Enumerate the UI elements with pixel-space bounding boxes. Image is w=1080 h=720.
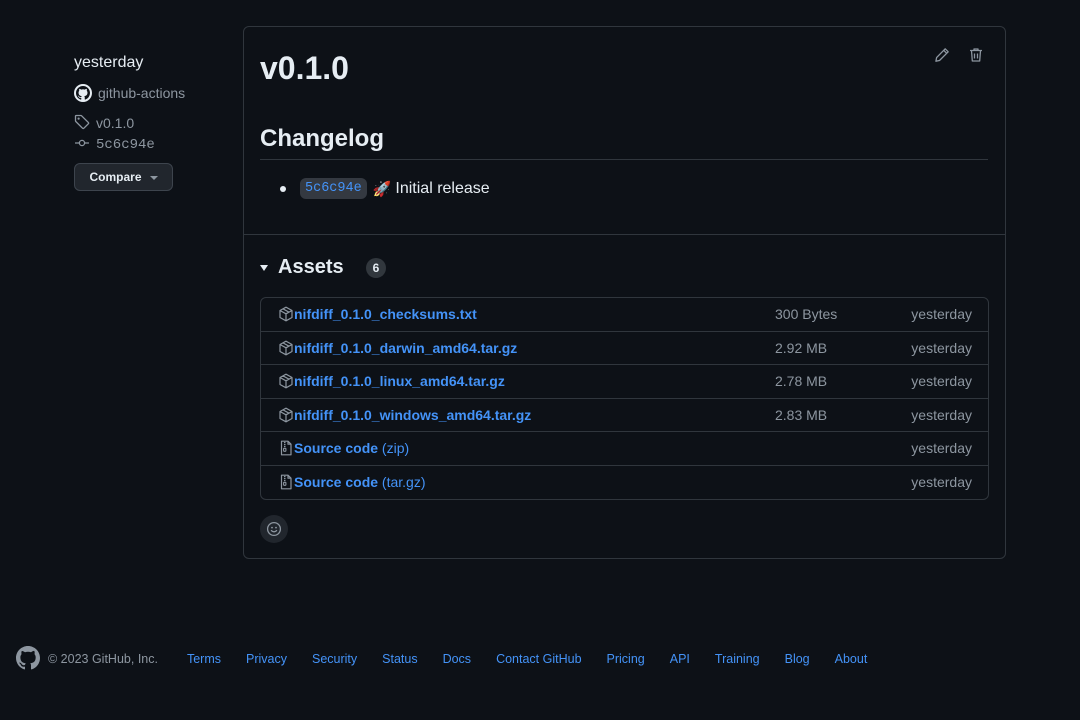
asset-row: nifdiff_0.1.0_checksums.txt 300 Bytes yest… xyxy=(261,298,988,332)
changelog-heading: Changelog xyxy=(260,123,988,160)
asset-row: nifdiff_0.1.0_linux_amd64.tar.gz 2.78 MB y… xyxy=(261,365,988,399)
asset-format: (tar.gz) xyxy=(378,474,426,491)
release-date: yesterday xyxy=(74,54,144,71)
asset-row: Source code (tar.gz) yesterday xyxy=(261,466,988,500)
github-logo-icon[interactable] xyxy=(16,645,40,673)
author-name: github-actions xyxy=(98,85,186,101)
footer-link-api[interactable]: API xyxy=(670,652,690,666)
asset-size: 300 Bytes xyxy=(775,306,838,323)
release-actions xyxy=(933,46,985,64)
trash-icon[interactable] xyxy=(967,46,985,64)
file-zip-icon xyxy=(278,440,294,456)
compare-label: Compare xyxy=(89,170,142,184)
compare-button[interactable]: Compare xyxy=(74,163,173,191)
package-icon xyxy=(278,306,294,322)
asset-date: yesterday xyxy=(911,373,972,390)
git-commit-icon xyxy=(74,135,90,156)
asset-date: yesterday xyxy=(911,406,972,423)
footer-link-contact-github[interactable]: Contact GitHub xyxy=(496,652,581,666)
footer-link-blog[interactable]: Blog xyxy=(785,652,810,666)
changelog-text: Initial release xyxy=(395,179,490,197)
tag-icon xyxy=(74,114,90,133)
footer-copyright: © 2023 GitHub, Inc. xyxy=(48,652,158,666)
asset-name: Source code xyxy=(294,474,379,491)
asset-name: nifdiff_0.1.0_linux_amd64.tar.gz xyxy=(294,373,505,390)
footer-link-pricing[interactable]: Pricing xyxy=(607,652,645,666)
rocket-icon: 🚀 xyxy=(372,180,392,198)
pencil-icon[interactable] xyxy=(933,46,951,64)
changelog-commit-link[interactable]: 5c6c94e xyxy=(300,178,367,199)
asset-download-link[interactable]: nifdiff_0.1.0_checksums.txt xyxy=(294,306,477,322)
footer-link-privacy[interactable]: Privacy xyxy=(246,652,287,666)
footer-links: Terms Privacy Security Status Docs Contact Gi… xyxy=(187,652,892,666)
release-body: v0.1.0 Changelog 5c6c94e 🚀 Initial relea… xyxy=(244,27,1005,235)
bullet-icon xyxy=(280,185,286,192)
github-actions-avatar xyxy=(74,84,92,102)
package-icon xyxy=(278,340,294,356)
release-tag[interactable]: v0.1.0 xyxy=(74,113,234,133)
release-card: v0.1.0 Changelog 5c6c94e 🚀 Initial relea… xyxy=(243,26,1006,559)
footer-link-security[interactable]: Security xyxy=(312,652,357,666)
footer-link-training[interactable]: Training xyxy=(715,652,760,666)
tag-label: v0.1.0 xyxy=(96,115,135,131)
asset-download-link[interactable]: Source code (zip) xyxy=(294,440,409,456)
asset-download-link[interactable]: nifdiff_0.1.0_linux_amd64.tar.gz xyxy=(294,373,505,389)
footer-link-terms[interactable]: Terms xyxy=(187,652,221,666)
chevron-down-icon xyxy=(149,176,158,180)
asset-name: Source code xyxy=(294,440,379,457)
asset-row: nifdiff_0.1.0_windows_amd64.tar.gz 2.83 M… xyxy=(261,399,988,432)
asset-download-link[interactable]: Source code (tar.gz) xyxy=(294,474,426,490)
footer-link-docs[interactable]: Docs xyxy=(443,652,471,666)
assets-heading: Assets xyxy=(278,256,344,278)
smiley-icon xyxy=(266,521,282,537)
assets-toggle[interactable]: Assets 6 xyxy=(260,256,387,279)
release-commit[interactable]: 5c6c94e xyxy=(74,135,234,155)
commit-sha: 5c6c94e xyxy=(96,137,155,153)
asset-row: Source code (zip) yesterday xyxy=(261,432,988,466)
release-author[interactable]: github-actions xyxy=(74,83,234,103)
asset-size: 2.92 MB xyxy=(775,339,828,356)
asset-name: nifdiff_0.1.0_darwin_amd64.tar.gz xyxy=(294,339,518,356)
asset-download-link[interactable]: nifdiff_0.1.0_darwin_amd64.tar.gz xyxy=(294,340,517,356)
asset-download-link[interactable]: nifdiff_0.1.0_windows_amd64.tar.gz xyxy=(294,407,531,423)
asset-date: yesterday xyxy=(911,440,972,457)
site-footer: © 2023 GitHub, Inc. Terms Privacy Security… xyxy=(16,645,1076,673)
changelog-item: 5c6c94e 🚀 Initial release xyxy=(280,178,490,199)
file-zip-icon xyxy=(278,474,294,490)
footer-link-about[interactable]: About xyxy=(835,652,868,666)
release-sidebar: yesterday github-actions v0.1.0 5c6c94e … xyxy=(74,52,234,191)
asset-name: nifdiff_0.1.0_checksums.txt xyxy=(294,306,477,323)
triangle-down-icon xyxy=(260,264,268,271)
footer-link-status[interactable]: Status xyxy=(382,652,417,666)
asset-name: nifdiff_0.1.0_windows_amd64.tar.gz xyxy=(294,406,532,423)
asset-row: nifdiff_0.1.0_darwin_amd64.tar.gz 2.92 MB… xyxy=(261,332,988,365)
add-reaction-button[interactable] xyxy=(260,515,288,543)
package-icon xyxy=(278,373,294,389)
asset-format: (zip) xyxy=(378,440,410,457)
assets-list: nifdiff_0.1.0_checksums.txt 300 Bytes yest… xyxy=(260,297,989,500)
assets-count-badge: 6 xyxy=(365,257,387,278)
release-title[interactable]: v0.1.0 xyxy=(260,47,349,89)
asset-date: yesterday xyxy=(911,306,972,323)
asset-size: 2.83 MB xyxy=(775,406,828,423)
asset-date: yesterday xyxy=(911,474,972,491)
asset-date: yesterday xyxy=(911,339,972,356)
package-icon xyxy=(278,407,294,423)
asset-size: 2.78 MB xyxy=(775,373,828,390)
